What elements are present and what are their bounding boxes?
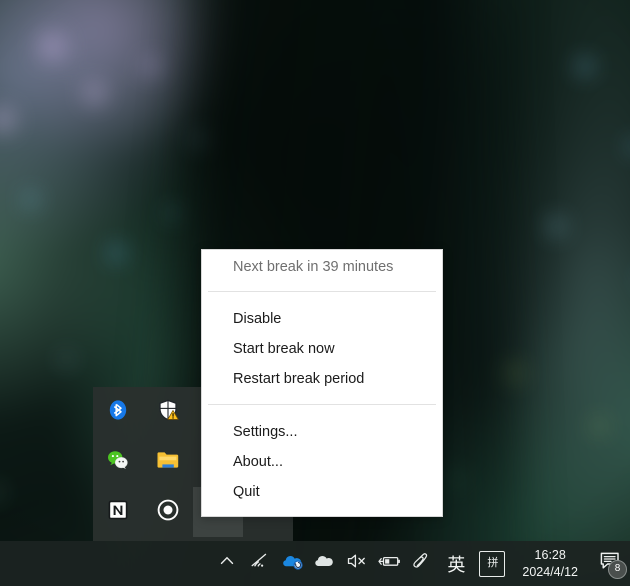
onedrive-sync-icon [281,551,313,576]
menu-item-settings[interactable]: Settings... [202,417,442,447]
notion-icon [107,499,129,526]
wifi-icon [249,551,281,576]
cloud-icon [313,551,345,576]
tray-icon-folder[interactable] [143,437,193,487]
record-circle-icon [156,498,180,527]
menu-separator-2 [208,404,436,405]
clock-date: 2024/4/12 [522,564,578,579]
tray-icon-recorder[interactable] [143,487,193,537]
menu-separator-1 [208,291,436,292]
taskbar-clock[interactable]: 16:28 2024/4/12 [510,541,590,586]
show-hidden-icons-chevron-icon [217,551,249,576]
taskbar-ime-input-button[interactable]: 拼 [471,541,510,586]
taskbar-volume-button[interactable] [345,541,377,586]
menu-item-next-break-status: Next break in 39 minutes [233,259,394,275]
battery-charging-icon [377,551,409,576]
pen-clip-icon [409,551,441,576]
taskbar-cloud-button[interactable] [313,541,345,586]
tray-icon-wechat[interactable] [93,437,143,487]
menu-item-disable[interactable]: Disable [202,304,442,334]
taskbar-action-center-button[interactable]: 8 [590,541,630,586]
taskbar-onedrive-button[interactable] [281,541,313,586]
volume-muted-icon [345,551,377,576]
action-center-badge: 8 [608,560,627,579]
menu-group-app: Settings... About... Quit [202,414,442,508]
menu-item-start-break-now[interactable]: Start break now [202,334,442,364]
taskbar-battery-button[interactable] [377,541,409,586]
tray-context-menu: Next break in 39 minutes Disable Start b… [201,249,443,517]
taskbar: 英 拼 16:28 2024/4/12 8 [0,541,630,586]
tray-icon-bluetooth[interactable] [93,387,143,437]
taskbar-show-hidden-icons-button[interactable] [217,541,249,586]
windows-defender-shield-warning-icon [156,398,180,427]
menu-group-actions: Disable Start break now Restart break pe… [202,301,442,395]
wechat-icon [106,448,130,477]
tray-icon-notion[interactable] [93,487,143,537]
menu-item-about[interactable]: About... [202,447,442,477]
bluetooth-icon [107,399,129,426]
clock-time: 16:28 [534,547,566,562]
tray-icon-windows-security[interactable] [143,387,193,437]
taskbar-ime-mode-button[interactable]: 英 [441,541,471,586]
taskbar-network-button[interactable] [249,541,281,586]
desktop-screen: Next break in 39 minutes Disable Start b… [0,0,630,586]
ime-input-label: 拼 [479,550,506,577]
menu-item-restart-break-period[interactable]: Restart break period [202,364,442,394]
folder-icon [155,448,181,477]
menu-item-quit[interactable]: Quit [202,477,442,507]
taskbar-windows-ink-button[interactable] [409,541,441,586]
ime-mode-label: 英 [447,554,466,576]
